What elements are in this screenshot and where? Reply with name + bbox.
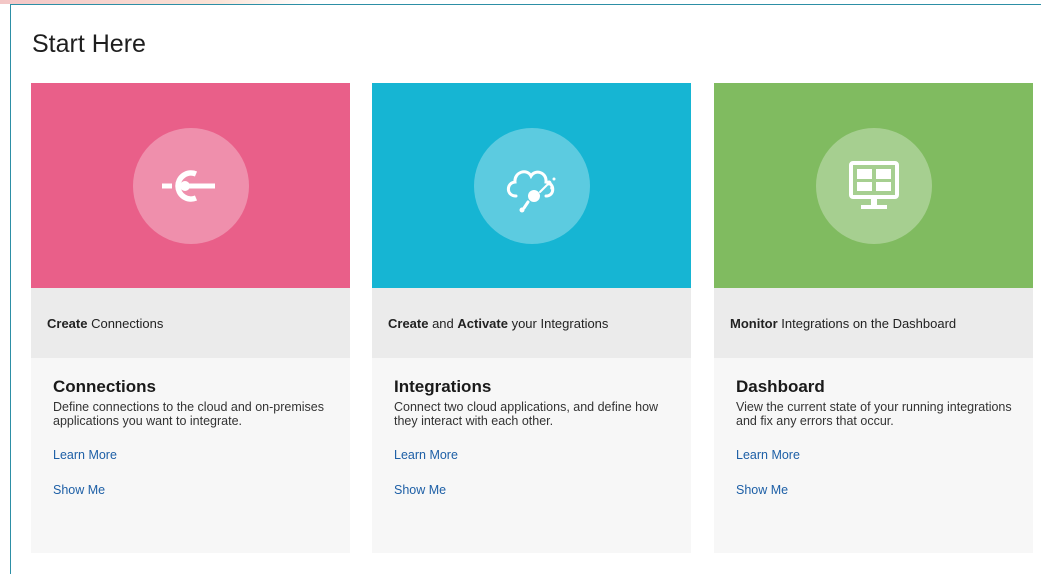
- icon-circle: [815, 127, 932, 244]
- card-step-integrations: Create and Activate your Integrations: [372, 288, 691, 358]
- card-body: Dashboard View the current state of your…: [736, 373, 1019, 518]
- card-description: Define connections to the cloud and on-p…: [53, 400, 324, 428]
- learn-more-link[interactable]: Learn More: [394, 448, 677, 462]
- learn-more-link[interactable]: Learn More: [53, 448, 336, 462]
- step-text: your Integrations: [507, 315, 609, 331]
- card-hero-integrations[interactable]: [372, 83, 691, 288]
- card-step-dashboard: Monitor Integrations on the Dashboard: [714, 288, 1033, 358]
- card-title: Dashboard: [736, 377, 825, 396]
- card-integrations: Create and Activate your Integrations In…: [372, 83, 691, 553]
- show-me-link[interactable]: Show Me: [53, 483, 336, 497]
- show-me-link[interactable]: Show Me: [394, 483, 677, 497]
- card-title: Connections: [53, 377, 156, 396]
- step-text: Integrations on the Dashboard: [777, 315, 957, 331]
- monitor-dashboard-icon: [848, 160, 899, 209]
- card-body: Connections Define connections to the cl…: [53, 373, 336, 518]
- step-text: Create: [388, 315, 429, 331]
- card-hero-connections[interactable]: [31, 83, 350, 288]
- step-text: Create: [47, 315, 88, 331]
- card-description: Connect two cloud applications, and defi…: [394, 400, 659, 428]
- card-body: Integrations Connect two cloud applicati…: [394, 373, 677, 518]
- card-connections: Create Connections Connections Define co…: [31, 83, 350, 553]
- show-me-link[interactable]: Show Me: [736, 483, 1019, 497]
- icon-circle: [132, 127, 249, 244]
- page-title: Start Here: [32, 30, 146, 58]
- card-dashboard: Monitor Integrations on the Dashboard Da…: [714, 83, 1033, 553]
- learn-more-link[interactable]: Learn More: [736, 448, 1019, 462]
- card-title: Integrations: [394, 377, 492, 396]
- cloud-integration-icon: [506, 169, 555, 212]
- step-text: Connections: [87, 315, 164, 331]
- card-hero-dashboard[interactable]: [714, 83, 1033, 288]
- step-text: Monitor: [730, 315, 778, 331]
- icon-circle: [473, 127, 590, 244]
- step-text: Activate: [457, 315, 508, 331]
- connector-plug-icon: [161, 169, 215, 202]
- card-step-connections: Create Connections: [31, 288, 350, 358]
- step-text: and: [428, 315, 458, 331]
- card-description: View the current state of your running i…: [736, 400, 1012, 428]
